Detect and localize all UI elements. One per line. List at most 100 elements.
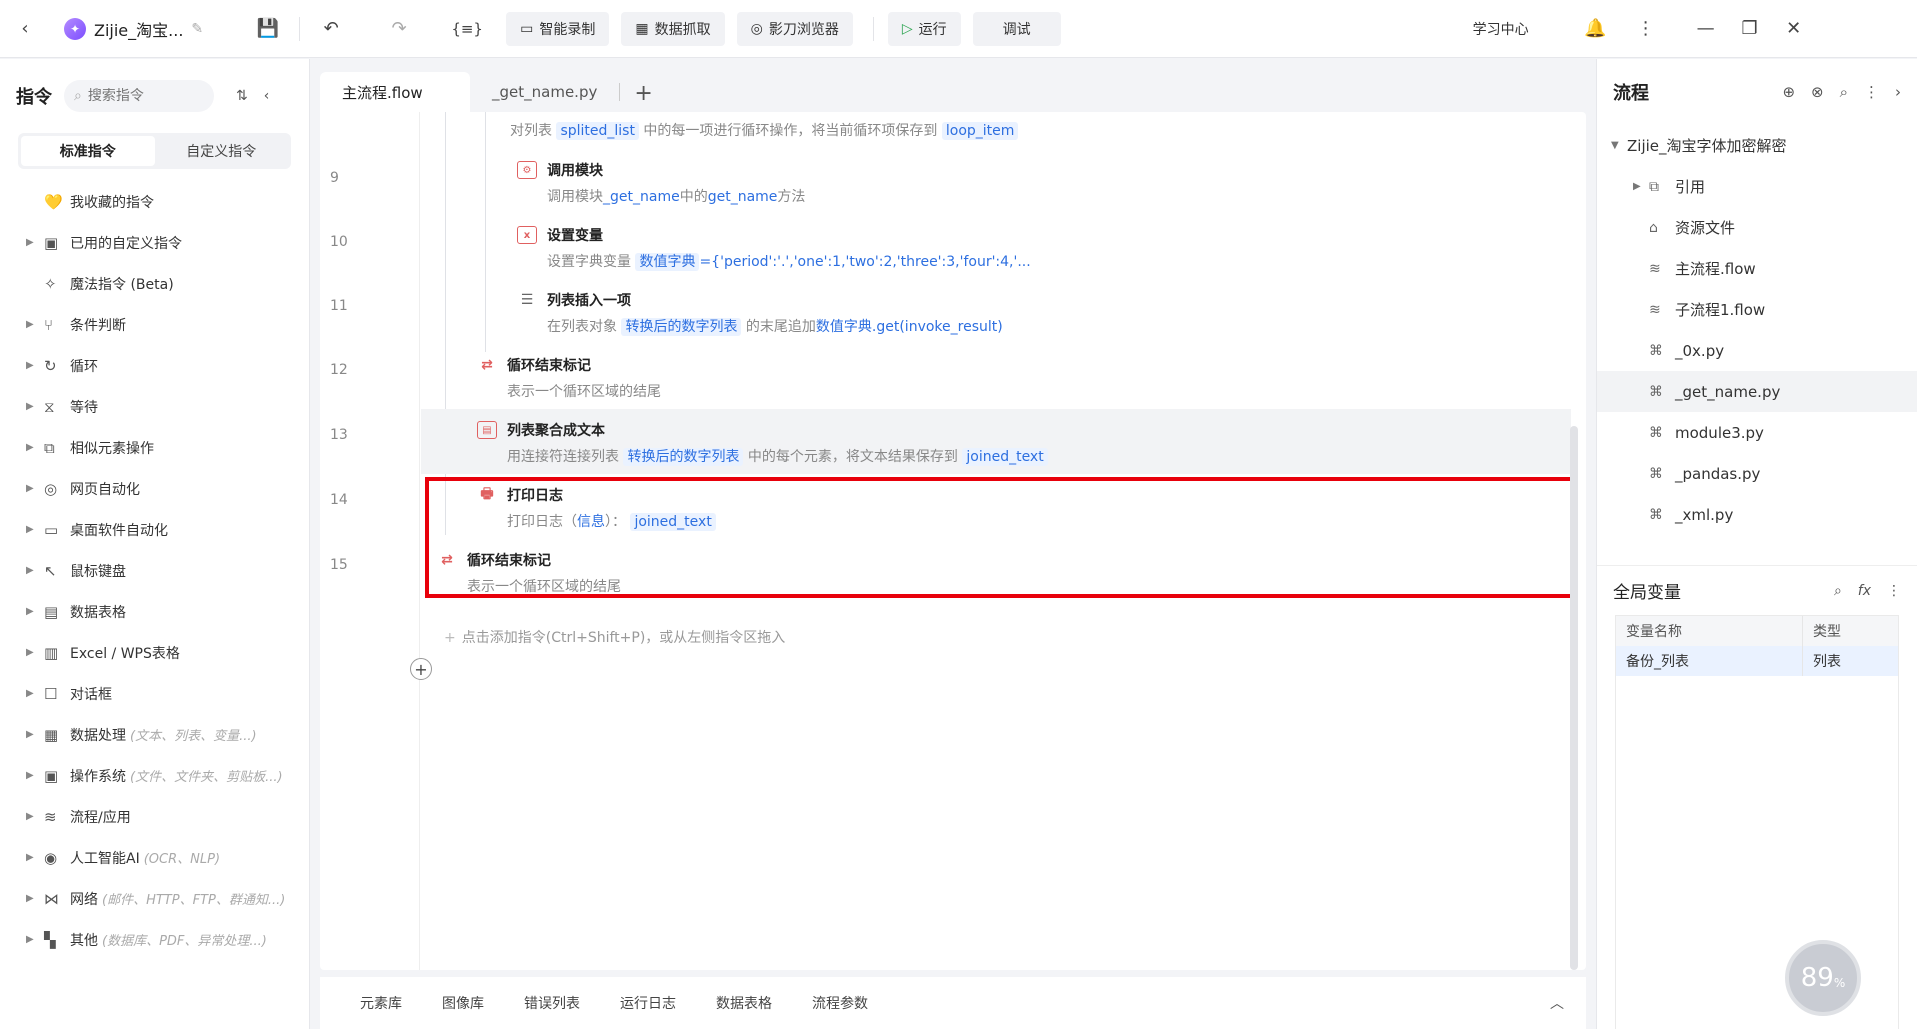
command-category-item[interactable]: 💛 我收藏的指令: [0, 181, 309, 222]
table-row[interactable]: 备份_列表 列表: [1616, 646, 1898, 676]
chevron-right-icon: ▶: [26, 524, 34, 535]
command-category-item[interactable]: ▶ ▤ 数据表格: [0, 591, 309, 632]
flow-tree-item[interactable]: ▼ Zijie_淘宝字体加密解密: [1597, 125, 1917, 166]
step-loop-end[interactable]: ⇄ 循环结束标记 表示一个循环区域的结尾: [477, 355, 661, 401]
grab-button[interactable]: ▦ 数据抓取: [621, 11, 725, 46]
debug-button[interactable]: 调试: [972, 11, 1061, 46]
browser-button[interactable]: ◎ 影刀浏览器: [736, 11, 853, 46]
flow-tree-item[interactable]: ⌘ _pandas.py: [1597, 453, 1917, 494]
command-category-item[interactable]: ▶ ◎ 网页自动化: [0, 468, 309, 509]
tab-custom-commands[interactable]: 自定义指令: [155, 136, 289, 166]
collapse-panel-icon[interactable]: ‹: [264, 88, 270, 104]
step-description: 用连接符连接列表 转换后的数字列表 中的每个元素，将文本结果保存到 joined…: [507, 446, 1048, 466]
command-category-item[interactable]: ▶ ⋈ 网络 (邮件、HTTP、FTP、群通知...): [0, 878, 309, 919]
flow-tree-item[interactable]: ⌘ _get_name.py: [1597, 371, 1917, 412]
step-set-variable[interactable]: x 设置变量 设置字典变量 数值字典 ={'period':'.','one':1…: [517, 225, 1031, 271]
command-search-input[interactable]: [87, 88, 188, 104]
command-category-label: 流程/应用: [70, 809, 131, 826]
command-category-item[interactable]: ▶ ⧖ 等待: [0, 386, 309, 427]
search-icon[interactable]: ⌕: [1834, 583, 1842, 599]
browser-icon: ◎: [750, 20, 763, 37]
editor-scrollbar[interactable]: [1570, 426, 1578, 970]
command-category-item[interactable]: ▶ ↻ 循环: [0, 345, 309, 386]
flow-tree-item[interactable]: ≋ 主流程.flow: [1597, 248, 1917, 289]
tab-main-flow[interactable]: 主流程.flow: [320, 72, 470, 112]
progress-badge[interactable]: 89%: [1785, 940, 1861, 1016]
command-category-item[interactable]: ▶ ◉ 人工智能AI (OCR、NLP): [0, 837, 309, 878]
chevron-right-icon: ▶: [26, 893, 34, 904]
maximize-icon[interactable]: ❐: [1733, 12, 1767, 46]
step-title: ⇄ 循环结束标记: [477, 355, 661, 375]
step-call-module[interactable]: ⚙ 调用模块 调用模块_get_name中的get_name方法: [517, 160, 805, 206]
tab-flow-params[interactable]: 流程参数: [812, 993, 868, 1013]
command-category-item[interactable]: ▶ ▣ 已用的自定义指令: [0, 222, 309, 263]
tab-get-name-py[interactable]: _get_name.py: [470, 72, 619, 112]
flow-tree-label: module3.py: [1675, 423, 1764, 442]
tab-data-table[interactable]: 数据表格: [716, 993, 772, 1013]
command-category-item[interactable]: ▶ ▚ 其他 (数据库、PDF、异常处理...): [0, 919, 309, 960]
flow-tree-item[interactable]: ⌘ module3.py: [1597, 412, 1917, 453]
more-icon[interactable]: ⋮: [1887, 583, 1901, 599]
flow-tree-item[interactable]: ≋ 子流程1.flow: [1597, 289, 1917, 330]
tab-run-log[interactable]: 运行日志: [620, 993, 676, 1013]
step-list-insert[interactable]: ☰ 列表插入一项 在列表对象 转换后的数字列表 的末尾追加数值字典.get(in…: [517, 290, 1003, 336]
chevron-right-icon: ▶: [26, 442, 34, 453]
run-button[interactable]: ▷ 运行: [887, 11, 961, 46]
command-category-item[interactable]: ▶ ▥ Excel / WPS表格: [0, 632, 309, 673]
add-command-hint[interactable]: + 点击添加指令(Ctrl+Shift+P)，或从左侧指令区拖入: [444, 627, 785, 647]
app-title-text: Zijie_淘宝...: [94, 20, 184, 40]
layers-icon: ≋: [1649, 260, 1661, 277]
chevron-up-icon[interactable]: ︿: [1550, 993, 1564, 1013]
command-category-item[interactable]: ▶ ▣ 操作系统 (文件、文件夹、剪贴板...): [0, 755, 309, 796]
excel-icon: ▥: [44, 643, 59, 662]
command-category-item[interactable]: ▶ ↖ 鼠标键盘: [0, 550, 309, 591]
add-tab-icon[interactable]: +: [620, 81, 666, 106]
flow-tree-item[interactable]: ▶ ⧉ 引用: [1597, 166, 1917, 207]
tree-arrow-icon[interactable]: ▶: [1633, 181, 1649, 192]
learn-center-link[interactable]: 学习中心: [1473, 19, 1529, 39]
tab-error-list[interactable]: 错误列表: [524, 993, 580, 1013]
tab-standard-commands[interactable]: 标准指令: [21, 136, 155, 166]
back-icon[interactable]: ‹: [8, 12, 42, 46]
tree-arrow-icon[interactable]: ▼: [1611, 140, 1627, 151]
flow-tree-item[interactable]: ⌂ 资源文件: [1597, 207, 1917, 248]
flow-tree-item[interactable]: ⌘ _xml.py: [1597, 494, 1917, 535]
calendar-icon: ▣: [44, 233, 59, 252]
ai-icon: ◉: [44, 848, 58, 867]
edit-title-icon[interactable]: ✎: [191, 21, 203, 37]
code-icon[interactable]: {≡}: [450, 12, 484, 46]
divider: [872, 16, 874, 41]
add-module-icon[interactable]: ⊗: [1811, 83, 1824, 101]
command-category-item[interactable]: ✧ 魔法指令 (Beta): [0, 263, 309, 304]
undo-icon[interactable]: ↶: [314, 12, 348, 46]
minimize-icon[interactable]: —: [1689, 12, 1723, 46]
function-icon[interactable]: fx: [1858, 583, 1871, 599]
record-button[interactable]: ▭ 智能录制: [506, 11, 610, 46]
tab-element-library[interactable]: 元素库: [360, 993, 402, 1013]
sort-icon[interactable]: ⇅: [236, 88, 248, 104]
command-category-item[interactable]: ▶ ▦ 数据处理 (文本、列表、变量...): [0, 714, 309, 755]
add-step-button[interactable]: +: [410, 658, 432, 680]
flow-tree-label: _0x.py: [1675, 341, 1725, 360]
save-icon[interactable]: 💾: [251, 12, 285, 46]
flow-tree-item[interactable]: ⌘ _0x.py: [1597, 330, 1917, 371]
command-category-item[interactable]: ▶ ⑂ 条件判断: [0, 304, 309, 345]
command-panel-title: 指令: [16, 87, 52, 108]
tab-image-library[interactable]: 图像库: [442, 993, 484, 1013]
close-icon[interactable]: ✕: [1777, 12, 1811, 46]
command-category-item[interactable]: ▶ ≋ 流程/应用: [0, 796, 309, 837]
collapse-panel-icon[interactable]: ›: [1895, 83, 1901, 101]
command-search[interactable]: ⌕: [64, 80, 214, 112]
command-category-item[interactable]: ▶ ▭ 桌面软件自动化: [0, 509, 309, 550]
search-icon[interactable]: ⌕: [1840, 83, 1848, 101]
redo-icon[interactable]: ↷: [382, 12, 416, 46]
more-icon[interactable]: ⋮: [1864, 83, 1879, 101]
step-join-list[interactable]: ▤ 列表聚合成文本 用连接符连接列表 转换后的数字列表 中的每个元素，将文本结果…: [477, 420, 1048, 466]
step-loop-list[interactable]: 对列表 splited_list 中的每一项进行循环操作，将当前循环项保存到 l…: [510, 120, 1019, 140]
bell-icon[interactable]: 🔔: [1579, 12, 1613, 46]
more-icon[interactable]: ⋮: [1629, 12, 1663, 46]
command-category-item[interactable]: ▶ ☐ 对话框: [0, 673, 309, 714]
command-category-item[interactable]: ▶ ⧉ 相似元素操作: [0, 427, 309, 468]
var-tag: loop_item: [941, 122, 1019, 140]
add-flow-icon[interactable]: ⊕: [1782, 83, 1795, 101]
